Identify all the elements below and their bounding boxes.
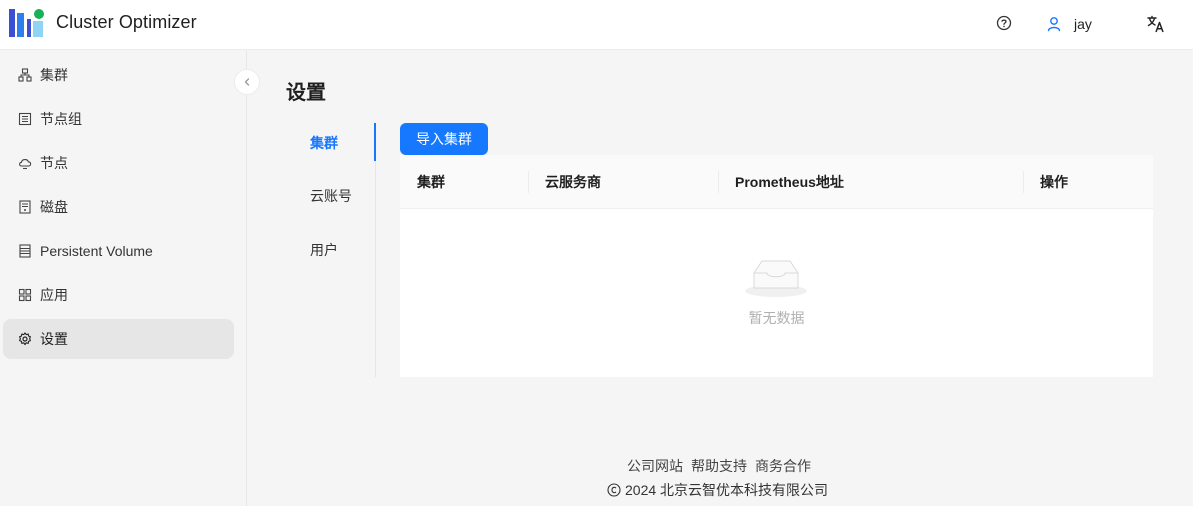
footer-links: 公司网站 帮助支持 商务合作 <box>627 456 811 476</box>
page-title: 设置 <box>286 82 326 104</box>
footer-link-company-site[interactable]: 公司网站 <box>627 456 683 476</box>
copyright: 2024 北京云智优本科技有限公司 <box>607 480 828 500</box>
empty-text: 暂无数据 <box>748 310 805 326</box>
empty-inbox-icon <box>745 260 807 297</box>
chevron-left-icon <box>244 78 250 86</box>
tab-label: 云账号 <box>310 188 352 204</box>
question-circle-icon[interactable] <box>996 15 1012 31</box>
tab-label: 集群 <box>310 135 338 151</box>
footer-link-help[interactable]: 帮助支持 <box>691 456 747 476</box>
column-header-cloud-provider[interactable]: 云服务商 <box>545 155 601 209</box>
footer-link-business[interactable]: 商务合作 <box>755 456 811 476</box>
settings-icon <box>19 332 31 346</box>
user-menu[interactable]: jay <box>1046 14 1092 34</box>
sidebar-item-label: 集群 <box>40 67 68 83</box>
tab-cloud-accounts[interactable]: 云账号 <box>286 176 376 216</box>
apps-icon <box>18 288 32 302</box>
tab-label: 用户 <box>310 242 338 258</box>
sidebar-item-apps[interactable]: 应用 <box>3 275 234 315</box>
copyright-text: 2024 北京云智优本科技有限公司 <box>625 482 829 498</box>
column-header-cluster[interactable]: 集群 <box>417 155 445 209</box>
sidebar-item-label: Persistent Volume <box>40 243 153 259</box>
active-tab-indicator <box>374 123 376 161</box>
node-group-icon <box>18 112 32 126</box>
sidebar-item-label: 设置 <box>40 331 68 347</box>
top-header: Cluster Optimizer jay <box>0 0 1193 50</box>
sidebar-item-persistent-volume[interactable]: Persistent Volume <box>3 231 234 271</box>
app-logo-icon <box>9 9 44 37</box>
sidebar-item-node-groups[interactable]: 节点组 <box>3 99 234 139</box>
user-icon <box>1047 17 1061 32</box>
import-cluster-button[interactable]: 导入集群 <box>400 123 488 155</box>
sidebar-item-label: 应用 <box>40 287 68 303</box>
app-title: Cluster Optimizer <box>56 12 197 32</box>
sidebar: 集群 节点组 节点 磁盘 Persistent Volume 应用 设置 <box>0 51 247 506</box>
tab-users[interactable]: 用户 <box>286 230 376 270</box>
volume-icon <box>19 244 31 258</box>
clusters-table: 集群 云服务商 Prometheus地址 操作 暂无数据 <box>400 155 1153 377</box>
sidebar-item-settings[interactable]: 设置 <box>3 319 234 359</box>
table-header: 集群 云服务商 Prometheus地址 操作 <box>400 155 1153 209</box>
column-header-actions[interactable]: 操作 <box>1040 155 1068 209</box>
sidebar-item-label: 节点 <box>40 155 68 171</box>
disk-icon <box>19 200 31 214</box>
node-icon <box>19 159 32 170</box>
column-header-prometheus-address[interactable]: Prometheus地址 <box>735 155 844 209</box>
tab-clusters[interactable]: 集群 <box>286 123 376 163</box>
sidebar-item-label: 磁盘 <box>40 199 68 215</box>
sidebar-item-clusters[interactable]: 集群 <box>3 55 234 95</box>
sidebar-item-disks[interactable]: 磁盘 <box>3 187 234 227</box>
sidebar-item-nodes[interactable]: 节点 <box>3 143 234 183</box>
translate-icon[interactable] <box>1146 14 1166 34</box>
column-divider <box>718 171 719 193</box>
sidebar-item-label: 节点组 <box>40 111 82 127</box>
settings-tabs: 集群 云账号 用户 <box>286 123 376 377</box>
copyright-icon <box>607 483 621 497</box>
cluster-icon <box>18 68 32 82</box>
column-divider <box>1023 171 1024 193</box>
empty-state: 暂无数据 <box>400 210 1153 377</box>
user-name: jay <box>1074 16 1092 32</box>
sidebar-collapse-button[interactable] <box>234 69 260 95</box>
column-divider <box>528 171 529 193</box>
